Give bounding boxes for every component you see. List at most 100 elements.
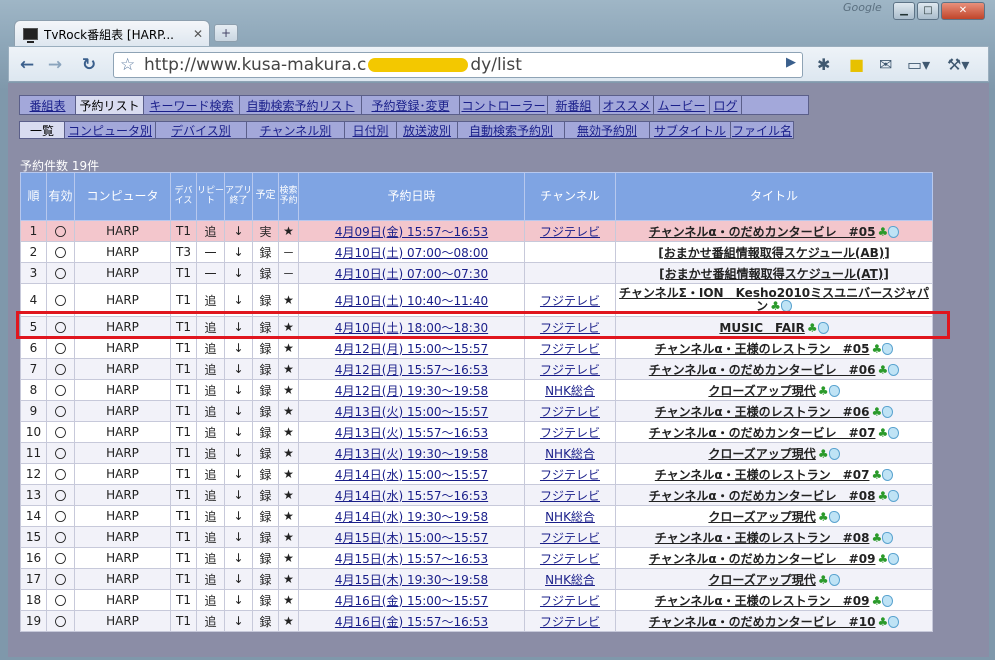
row-channel-link[interactable]: NHK総合	[545, 510, 595, 524]
row-datetime-link[interactable]: 4月12日(月) 15:57〜16:53	[335, 363, 488, 377]
drop-icon[interactable]	[828, 573, 840, 586]
page-menu-icon[interactable]: ▭▾	[907, 55, 930, 74]
row-enabled[interactable]: 〇	[46, 610, 75, 632]
row-title-link[interactable]: チャンネルα・のだめカンタービレ #10	[649, 615, 876, 629]
menu-item-new-program[interactable]: 新番組	[548, 96, 600, 114]
row-channel-link[interactable]: フジテレビ	[540, 321, 600, 335]
forward-icon[interactable]: →	[43, 53, 67, 77]
row-title-link[interactable]: チャンネルα・のだめカンタービレ #06	[649, 363, 876, 377]
submenu-by-date[interactable]: 日付別	[345, 122, 397, 138]
submenu-by-wave[interactable]: 放送波別	[397, 122, 458, 138]
row-channel-link[interactable]: フジテレビ	[540, 594, 600, 608]
row-title-link[interactable]: MUSIC FAIR	[719, 321, 804, 335]
browser-tab[interactable]: TvRock番組表 [HARP... ✕	[14, 20, 210, 47]
mail-icon[interactable]: ✉	[879, 55, 892, 74]
clover-icon[interactable]: ♣	[877, 489, 888, 503]
bug-extension-icon[interactable]: ✱	[817, 55, 830, 74]
clover-icon[interactable]: ♣	[807, 321, 818, 335]
row-enabled[interactable]: 〇	[46, 526, 75, 548]
clover-icon[interactable]: ♣	[871, 594, 882, 608]
clover-icon[interactable]: ♣	[818, 447, 829, 461]
row-enabled[interactable]: 〇	[46, 316, 75, 338]
row-datetime-link[interactable]: 4月15日(木) 19:30〜19:58	[335, 573, 488, 587]
row-channel-link[interactable]: フジテレビ	[540, 426, 600, 440]
clover-icon[interactable]: ♣	[877, 225, 888, 239]
row-datetime-link[interactable]: 4月14日(水) 19:30〜19:58	[335, 510, 488, 524]
row-channel-link[interactable]: フジテレビ	[540, 552, 600, 566]
menu-item-reservation-edit[interactable]: 予約登録･変更	[362, 96, 460, 114]
row-title-link[interactable]: チャンネルα・のだめカンタービレ #09	[649, 552, 876, 566]
submenu-subtitle[interactable]: サブタイトル	[650, 122, 731, 138]
new-tab-button[interactable]: +	[214, 24, 238, 42]
drop-icon[interactable]	[888, 426, 900, 439]
clover-icon[interactable]: ♣	[871, 342, 882, 356]
submenu-by-disabled[interactable]: 無効予約別	[565, 122, 650, 138]
close-tab-icon[interactable]: ✕	[193, 27, 203, 41]
drop-icon[interactable]	[828, 447, 840, 460]
row-enabled[interactable]: 〇	[46, 505, 75, 527]
menu-item-log[interactable]: ログ	[710, 96, 742, 114]
drop-icon[interactable]	[888, 615, 900, 628]
go-icon[interactable]: ▶	[786, 55, 796, 70]
row-title-link[interactable]: クローズアップ現代	[708, 510, 815, 524]
submenu-all[interactable]: 一覧	[20, 122, 65, 138]
minimize-button[interactable]: ▁	[893, 2, 915, 20]
row-datetime-link[interactable]: 4月13日(火) 19:30〜19:58	[335, 447, 488, 461]
row-title-link[interactable]: [おまかせ番組情報取得スケジュール(AT)]	[659, 267, 889, 281]
row-datetime-link[interactable]: 4月14日(水) 15:57〜16:53	[335, 489, 488, 503]
drop-icon[interactable]	[882, 405, 894, 418]
row-datetime-link[interactable]: 4月13日(火) 15:57〜16:53	[335, 426, 488, 440]
clover-icon[interactable]: ♣	[877, 615, 888, 629]
submenu-by-computer[interactable]: コンピュータ別	[65, 122, 156, 138]
row-channel-link[interactable]: フジテレビ	[540, 363, 600, 377]
drop-icon[interactable]	[882, 594, 894, 607]
row-title-link[interactable]: チャンネルα・のだめカンタービレ #07	[649, 426, 876, 440]
row-enabled[interactable]: 〇	[46, 337, 75, 359]
row-datetime-link[interactable]: 4月12日(月) 19:30〜19:58	[335, 384, 488, 398]
drop-icon[interactable]	[817, 321, 829, 334]
row-channel-link[interactable]: フジテレビ	[540, 531, 600, 545]
back-icon[interactable]: ←	[15, 53, 39, 77]
drop-icon[interactable]	[828, 384, 840, 397]
row-title-link[interactable]: [おまかせ番組情報取得スケジュール(AB)]	[658, 246, 890, 260]
row-datetime-link[interactable]: 4月16日(金) 15:57〜16:53	[335, 615, 488, 629]
close-window-button[interactable]: ✕	[941, 2, 985, 20]
row-channel-link[interactable]: フジテレビ	[540, 342, 600, 356]
menu-item-auto-search-list[interactable]: 自動検索予約リスト	[240, 96, 362, 114]
row-channel-link[interactable]: NHK総合	[545, 447, 595, 461]
clover-icon[interactable]: ♣	[877, 363, 888, 377]
menu-item-recommend[interactable]: オススメ	[600, 96, 654, 114]
row-datetime-link[interactable]: 4月15日(木) 15:57〜16:53	[335, 552, 488, 566]
clover-icon[interactable]: ♣	[818, 510, 829, 524]
drop-icon[interactable]	[888, 225, 900, 238]
row-channel-link[interactable]: フジテレビ	[540, 468, 600, 482]
clover-icon[interactable]: ♣	[818, 384, 829, 398]
menu-item-bangumi[interactable]: 番組表	[20, 96, 76, 114]
submenu-by-device[interactable]: デバイス別	[156, 122, 247, 138]
star-icon[interactable]: ☆	[120, 53, 135, 77]
row-channel-link[interactable]: NHK総合	[545, 384, 595, 398]
row-title-link[interactable]: チャンネルα・のだめカンタービレ #08	[649, 489, 876, 503]
row-enabled[interactable]: 〇	[46, 589, 75, 611]
row-datetime-link[interactable]: 4月10日(土) 07:00〜08:00	[335, 246, 488, 260]
submenu-filename[interactable]: ファイル名	[731, 122, 793, 138]
row-channel-link[interactable]: フジテレビ	[540, 225, 600, 239]
maximize-button[interactable]: □	[917, 2, 939, 20]
row-datetime-link[interactable]: 4月15日(木) 15:00〜15:57	[335, 531, 488, 545]
drop-icon[interactable]	[882, 342, 894, 355]
drop-icon[interactable]	[780, 300, 792, 312]
row-enabled[interactable]: 〇	[46, 547, 75, 569]
row-enabled[interactable]: 〇	[46, 484, 75, 506]
submenu-by-channel[interactable]: チャンネル別	[247, 122, 345, 138]
row-datetime-link[interactable]: 4月14日(水) 15:00〜15:57	[335, 468, 488, 482]
wrench-icon[interactable]: ⚒▾	[947, 55, 969, 74]
menu-item-keyword-search[interactable]: キーワード検索	[144, 96, 240, 114]
row-title-link[interactable]: チャンネルα・王様のレストラン #09	[655, 594, 870, 608]
row-title-link[interactable]: チャンネルα・のだめカンタービレ #05	[649, 225, 876, 239]
row-datetime-link[interactable]: 4月10日(土) 07:00〜07:30	[335, 267, 488, 281]
drop-icon[interactable]	[888, 489, 900, 502]
row-enabled[interactable]: 〇	[46, 463, 75, 485]
row-title-link[interactable]: クローズアップ現代	[708, 447, 815, 461]
row-enabled[interactable]: 〇	[46, 400, 75, 422]
clover-icon[interactable]: ♣	[871, 405, 882, 419]
